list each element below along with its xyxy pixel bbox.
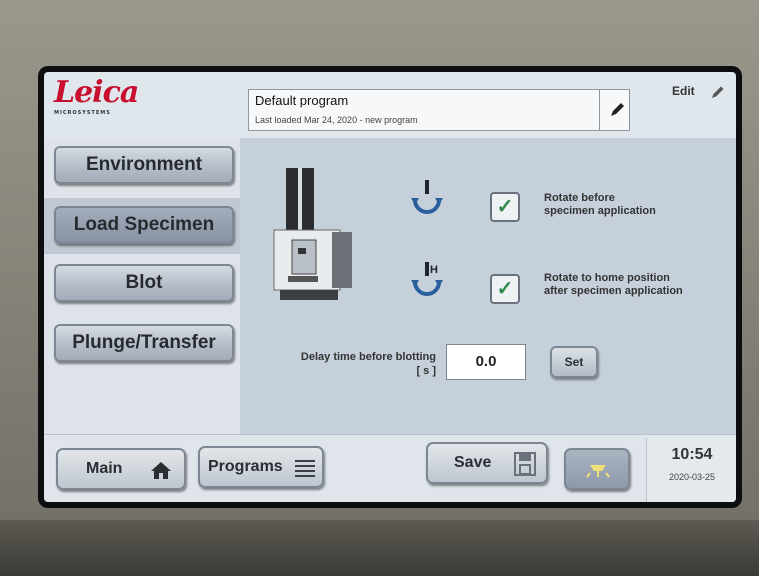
programs-button[interactable]: Programs — [198, 446, 324, 488]
edit-button[interactable]: Edit — [672, 84, 695, 98]
logo-text: Leica — [54, 75, 139, 110]
pencil-icon[interactable] — [710, 84, 726, 100]
logo-subtitle: MICROSYSTEMS — [54, 110, 111, 116]
pencil-icon[interactable] — [607, 100, 627, 120]
list-icon — [295, 460, 315, 477]
clock-panel: 10:54 2020-03-25 — [646, 438, 736, 502]
lamp-icon — [586, 465, 610, 478]
floppy-disk-icon — [514, 452, 536, 476]
nav-plunge-transfer-button[interactable]: Plunge/Transfer — [54, 324, 234, 362]
rotate-arrow-icon — [411, 180, 443, 214]
light-toggle-button[interactable] — [564, 448, 630, 490]
time-display: 10:54 — [671, 446, 713, 463]
set-button[interactable]: Set — [550, 346, 598, 378]
nav-load-specimen-button[interactable]: Load Specimen — [54, 206, 234, 244]
nav-blot-button[interactable]: Blot — [54, 264, 234, 302]
touch-display: Leica MICROSYSTEMS Default program Last … — [44, 72, 736, 502]
leica-logo: Leica MICROSYSTEMS — [54, 75, 139, 120]
save-button[interactable]: Save — [426, 442, 548, 484]
device-bezel-bottom — [0, 520, 759, 576]
svg-text:H: H — [430, 264, 438, 276]
instrument-illustration — [273, 168, 352, 300]
rotate-before-checkbox[interactable]: ✓ — [490, 192, 520, 222]
nav-environment-button[interactable]: Environment — [54, 146, 234, 184]
main-label: Main — [86, 460, 123, 477]
rotate-before-label: Rotate before specimen application — [544, 192, 656, 217]
delay-time-input[interactable]: 0.0 — [446, 344, 526, 380]
program-selector[interactable]: Default program Last loaded Mar 24, 2020… — [248, 89, 630, 131]
program-divider — [599, 90, 600, 130]
program-info: Last loaded Mar 24, 2020 - new program — [255, 115, 418, 125]
program-name: Default program — [255, 93, 349, 108]
delay-label: Delay time before blotting [ s ] — [300, 351, 436, 377]
rotate-home-label: Rotate to home position after specimen a… — [544, 272, 683, 297]
rotate-home-checkbox[interactable]: ✓ — [490, 274, 520, 304]
main-button[interactable]: Main — [56, 448, 186, 490]
programs-label: Programs — [208, 458, 283, 475]
save-label: Save — [454, 454, 492, 471]
rotate-home-icon: H — [411, 262, 443, 296]
home-icon — [151, 462, 171, 479]
date-display: 2020-03-25 — [668, 472, 716, 482]
